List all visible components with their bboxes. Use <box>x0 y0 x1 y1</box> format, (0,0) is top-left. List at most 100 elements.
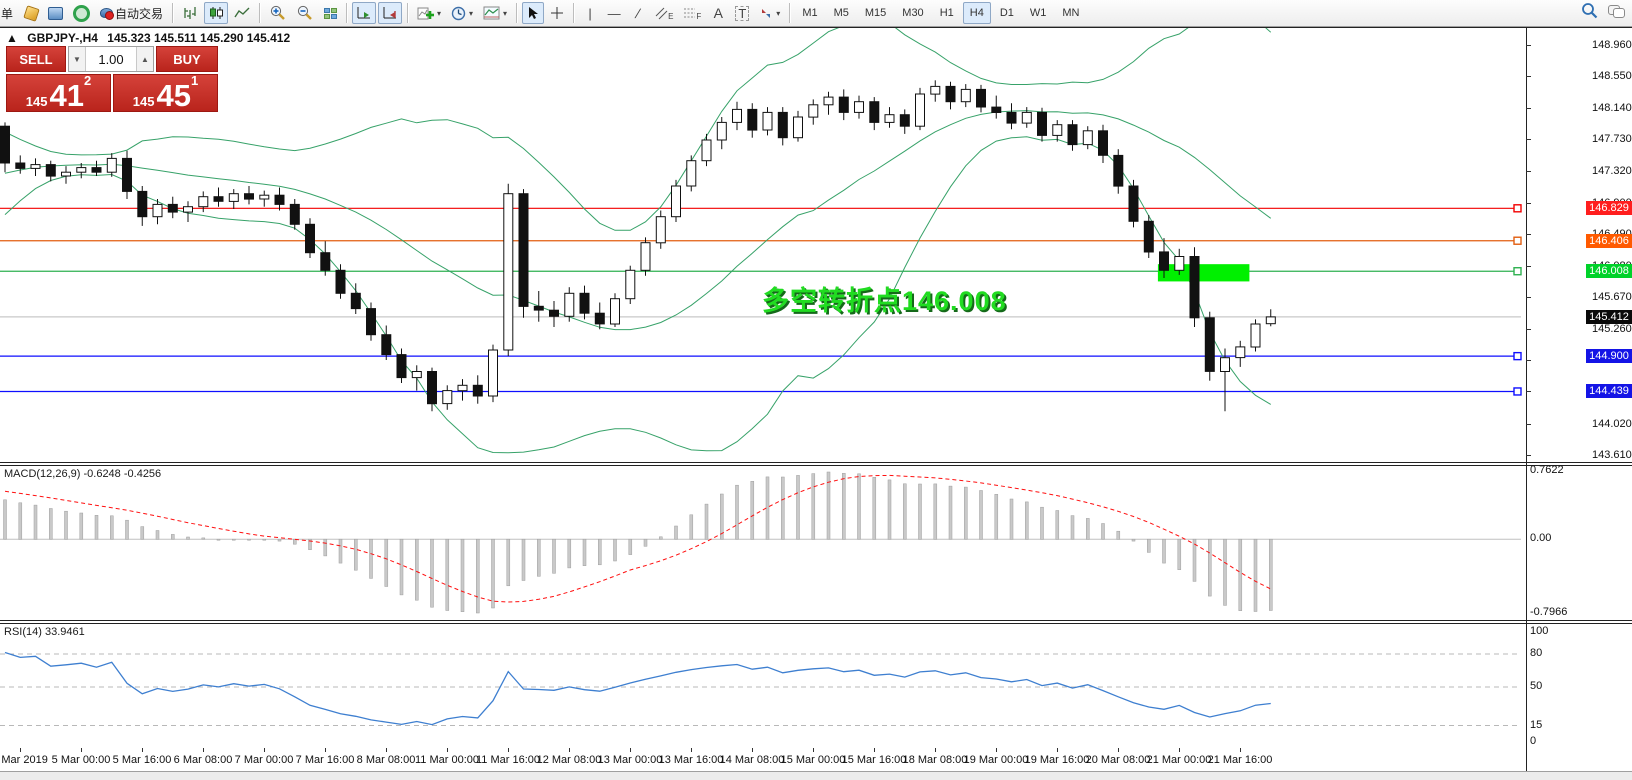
zoom-out-button[interactable] <box>292 2 317 24</box>
trendline-tool[interactable]: / <box>627 2 649 24</box>
volume-increase-button[interactable]: ▲ <box>136 47 153 71</box>
time-tick-mark <box>630 748 631 752</box>
volume-field: ▼ 1.00 ▲ <box>68 46 154 72</box>
templates-button[interactable]: ▾ <box>479 2 511 24</box>
price-badge-146.008[interactable]: 146.008 <box>1586 264 1632 278</box>
search-icon[interactable] <box>1581 2 1598 19</box>
price-tick-label: 147.730 <box>1592 133 1632 145</box>
macd-axis-min: -0.7966 <box>1530 606 1567 618</box>
cursor-button[interactable] <box>522 2 544 24</box>
timeframe-mn[interactable]: MN <box>1055 2 1086 24</box>
chart-shift-icon <box>382 6 398 20</box>
line-chart-icon <box>234 6 250 20</box>
price-tick-label: 145.260 <box>1592 323 1632 335</box>
price-pane[interactable] <box>0 28 1632 462</box>
macd-axis-zero: 0.00 <box>1530 532 1551 544</box>
bollinger-lower-band <box>5 137 1271 453</box>
order-history-button[interactable] <box>20 2 42 24</box>
market-watch-icon <box>48 7 63 20</box>
auto-trading-button[interactable]: 自动交易 <box>96 2 167 24</box>
rsi-line <box>5 653 1271 725</box>
volume-input[interactable]: 1.00 <box>86 47 136 71</box>
price-tick-mark <box>1526 76 1531 77</box>
buy-button[interactable]: BUY <box>156 46 218 72</box>
price-tick-mark <box>1526 108 1531 109</box>
sell-price-pips: 41 <box>49 83 83 108</box>
level-marker <box>1514 237 1521 244</box>
volume-decrease-button[interactable]: ▼ <box>69 47 86 71</box>
text-label-tool[interactable]: T <box>731 2 753 24</box>
new-order-button[interactable]: 单 <box>0 2 18 24</box>
highlight-rectangle <box>1158 264 1250 281</box>
chart-shift-button[interactable] <box>378 2 402 24</box>
candlestick-chart-button[interactable] <box>204 2 228 24</box>
zoom-in-button[interactable] <box>265 2 290 24</box>
price-tick-mark <box>1526 360 1531 361</box>
symbol-name: GBPJPY-,H4 <box>27 31 98 45</box>
indicators-button[interactable]: ▾ <box>413 2 445 24</box>
separator <box>789 3 790 23</box>
vertical-line-tool[interactable]: | <box>579 2 601 24</box>
time-tick-mark <box>142 748 143 752</box>
price-tick-mark <box>1526 266 1531 267</box>
price-tick-mark <box>1526 45 1531 46</box>
chart-annotation-text[interactable]: 多空转折点146.008 <box>762 279 1007 318</box>
separator <box>172 3 173 23</box>
fibonacci-tool[interactable]: F <box>679 2 705 24</box>
rsi-pane[interactable] <box>0 624 1632 748</box>
bar-chart-button[interactable] <box>178 2 202 24</box>
line-chart-button[interactable] <box>230 2 254 24</box>
collapse-arrow-icon[interactable]: ▲ <box>6 31 18 45</box>
time-tick-mark <box>203 748 204 752</box>
horizontal-line-tool[interactable]: — <box>603 2 625 24</box>
price-badge-146.829[interactable]: 146.829 <box>1586 201 1632 215</box>
price-badge-144.900[interactable]: 144.900 <box>1586 349 1632 363</box>
timeframe-m30[interactable]: M30 <box>895 2 930 24</box>
auto-scroll-button[interactable] <box>352 2 376 24</box>
price-badge-146.406[interactable]: 146.406 <box>1586 234 1632 248</box>
rsi-axis-100: 100 <box>1530 625 1548 637</box>
tile-windows-icon <box>324 8 337 19</box>
text-tool[interactable]: A <box>707 2 729 24</box>
timeframe-h4[interactable]: H4 <box>963 2 991 24</box>
timeframe-h1[interactable]: H1 <box>933 2 961 24</box>
auto-scroll-icon <box>356 6 372 20</box>
macd-pane[interactable] <box>0 466 1632 620</box>
channel-icon <box>655 7 668 20</box>
crosshair-icon <box>550 6 564 20</box>
vline-icon: | <box>588 7 591 20</box>
channel-tool[interactable]: E <box>651 2 677 24</box>
chat-icon[interactable] <box>1608 5 1624 17</box>
sell-button[interactable]: SELL <box>6 46 66 72</box>
market-watch-button[interactable] <box>44 2 67 24</box>
timeframe-w1[interactable]: W1 <box>1023 2 1054 24</box>
window-bottom-strip <box>0 771 1632 780</box>
periods-button[interactable]: ▾ <box>447 2 477 24</box>
signals-button[interactable] <box>69 2 94 24</box>
rsi-axis-80: 80 <box>1530 647 1542 659</box>
auto-trading-label: 自动交易 <box>115 5 163 22</box>
tile-windows-button[interactable] <box>319 2 341 24</box>
timeframe-m5[interactable]: M5 <box>827 2 856 24</box>
price-badge-145.412[interactable]: 145.412 <box>1586 310 1632 324</box>
sell-price-panel[interactable]: 145 41 2 <box>6 74 111 112</box>
price-tick-label: 145.670 <box>1592 291 1632 303</box>
separator <box>407 3 408 23</box>
timeframe-m15[interactable]: M15 <box>858 2 893 24</box>
hline-icon: — <box>608 7 621 20</box>
timeframe-d1[interactable]: D1 <box>993 2 1021 24</box>
price-tick-label: 144.020 <box>1592 418 1632 430</box>
arrows-tool[interactable]: ▾ <box>755 2 784 24</box>
crosshair-button[interactable] <box>546 2 568 24</box>
time-tick-mark <box>935 748 936 752</box>
time-tick-mark <box>996 748 997 752</box>
label-tool-icon: T <box>735 6 749 21</box>
timeframe-m1[interactable]: M1 <box>795 2 824 24</box>
separator <box>259 3 260 23</box>
macd-label: MACD(12,26,9) -0.6248 -0.4256 <box>4 468 161 480</box>
signal-icon <box>73 5 90 22</box>
buy-price-point: 1 <box>191 73 198 88</box>
time-tick-mark <box>874 748 875 752</box>
price-badge-144.439[interactable]: 144.439 <box>1586 384 1632 398</box>
buy-price-panel[interactable]: 145 45 1 <box>113 74 218 112</box>
